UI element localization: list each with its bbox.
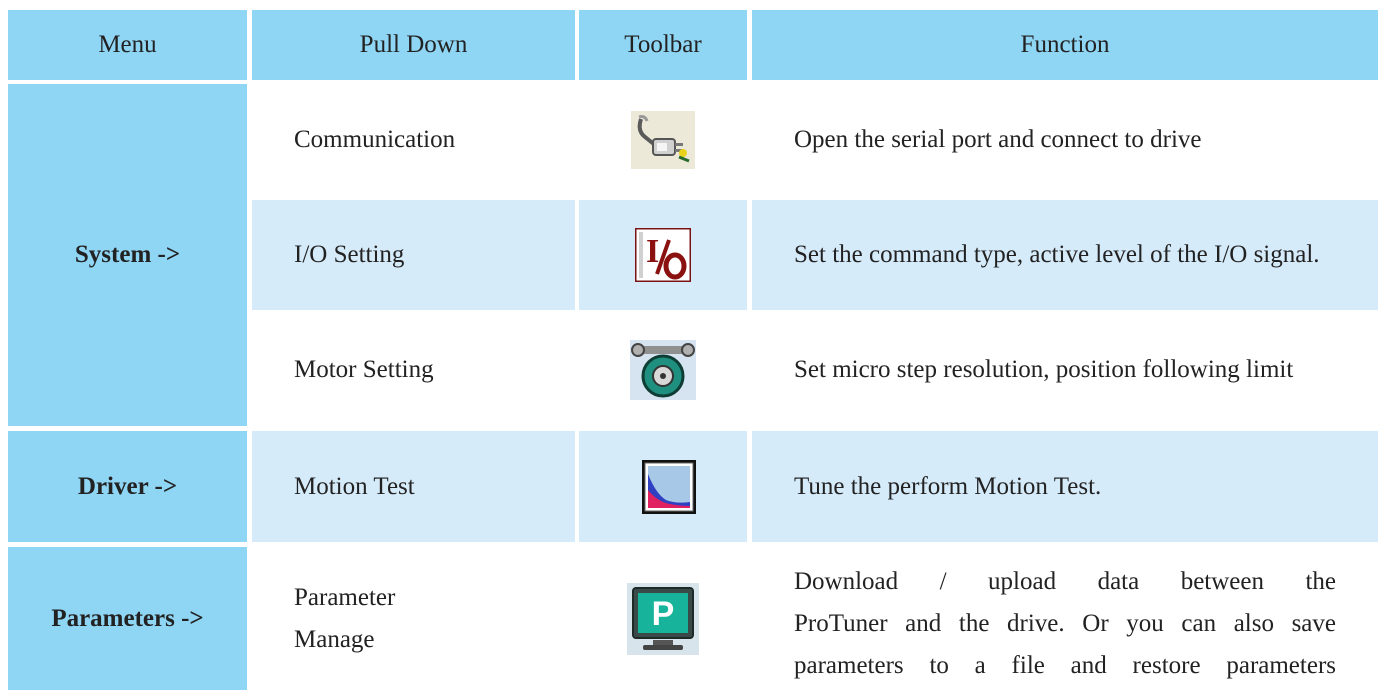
- menu-driver: Driver ->: [8, 431, 247, 542]
- parameter-monitor-icon[interactable]: P: [627, 582, 699, 655]
- menu-system: System ->: [8, 84, 247, 426]
- function-parameter-line-1: Download / upload data between the: [794, 568, 1336, 595]
- function-parameter-manage: Download / upload data between the ProTu…: [752, 547, 1378, 697]
- toolbar-cell-motor-setting: [579, 314, 747, 426]
- pull-down-io-setting-label: I/O Setting: [294, 241, 405, 268]
- svg-text:I: I: [646, 233, 659, 270]
- menu-parameters-label: Parameters ->: [51, 604, 204, 632]
- motor-wrench-icon[interactable]: [630, 340, 696, 400]
- pull-down-motor-setting: Motor Setting: [252, 314, 575, 426]
- function-motion-test: Tune the perform Motion Test.: [752, 431, 1378, 542]
- pull-down-motion-test-label: Motion Test: [294, 472, 415, 500]
- menu-parameters: Parameters ->: [8, 547, 247, 690]
- function-parameter-manage-text: Download / upload data between the ProTu…: [794, 561, 1336, 687]
- function-motor-setting-text: Set micro step resolution, position foll…: [794, 356, 1294, 383]
- pull-down-parameter-line-1: Parameter: [294, 583, 396, 611]
- motion-graph-icon[interactable]: [642, 459, 696, 514]
- function-io-setting: Set the command type, active level of th…: [752, 200, 1378, 310]
- plug-connect-icon[interactable]: [631, 111, 695, 169]
- header-toolbar-label: Toolbar: [624, 31, 702, 58]
- toolbar-cell-io-setting: I: [579, 200, 747, 310]
- pull-down-parameter-manage-label: Parameter Manage: [294, 577, 395, 661]
- pull-down-io-setting: I/O Setting: [252, 200, 575, 310]
- function-communication: Open the serial port and connect to driv…: [752, 84, 1378, 196]
- pull-down-communication-label: Communication: [294, 126, 456, 153]
- function-parameter-line-2: ProTuner and the drive. Or you can also …: [794, 610, 1336, 637]
- pull-down-motor-setting-label: Motor Setting: [294, 356, 434, 383]
- menu-driver-label: Driver ->: [77, 472, 178, 500]
- header-pull-down-label: Pull Down: [359, 31, 468, 58]
- pull-down-communication: Communication: [252, 84, 575, 196]
- io-setting-icon[interactable]: I: [635, 228, 691, 282]
- function-communication-text: Open the serial port and connect to driv…: [794, 126, 1202, 153]
- header-menu-label: Menu: [98, 31, 157, 58]
- function-motion-test-text: Tune the perform Motion Test.: [794, 472, 1102, 500]
- menu-system-label: System ->: [74, 241, 181, 268]
- toolbar-cell-parameter-manage: P: [579, 547, 747, 690]
- header-function-label: Function: [1020, 31, 1110, 58]
- function-parameter-line-3: parameters to a file and restore paramet…: [794, 652, 1336, 679]
- toolbar-cell-communication: [579, 84, 747, 196]
- toolbar-cell-motion-test: [579, 431, 747, 542]
- header-toolbar: Toolbar: [579, 10, 747, 80]
- header-pull-down: Pull Down: [252, 10, 575, 80]
- function-motor-setting: Set micro step resolution, position foll…: [752, 314, 1378, 426]
- header-function: Function: [752, 10, 1378, 80]
- pull-down-parameter-line-2: Manage: [294, 625, 375, 653]
- pull-down-motion-test: Motion Test: [252, 431, 575, 542]
- pull-down-parameter-manage: Parameter Manage: [252, 547, 575, 690]
- header-menu: Menu: [8, 10, 247, 80]
- function-io-setting-text: Set the command type, active level of th…: [794, 241, 1320, 268]
- svg-text:P: P: [652, 595, 675, 633]
